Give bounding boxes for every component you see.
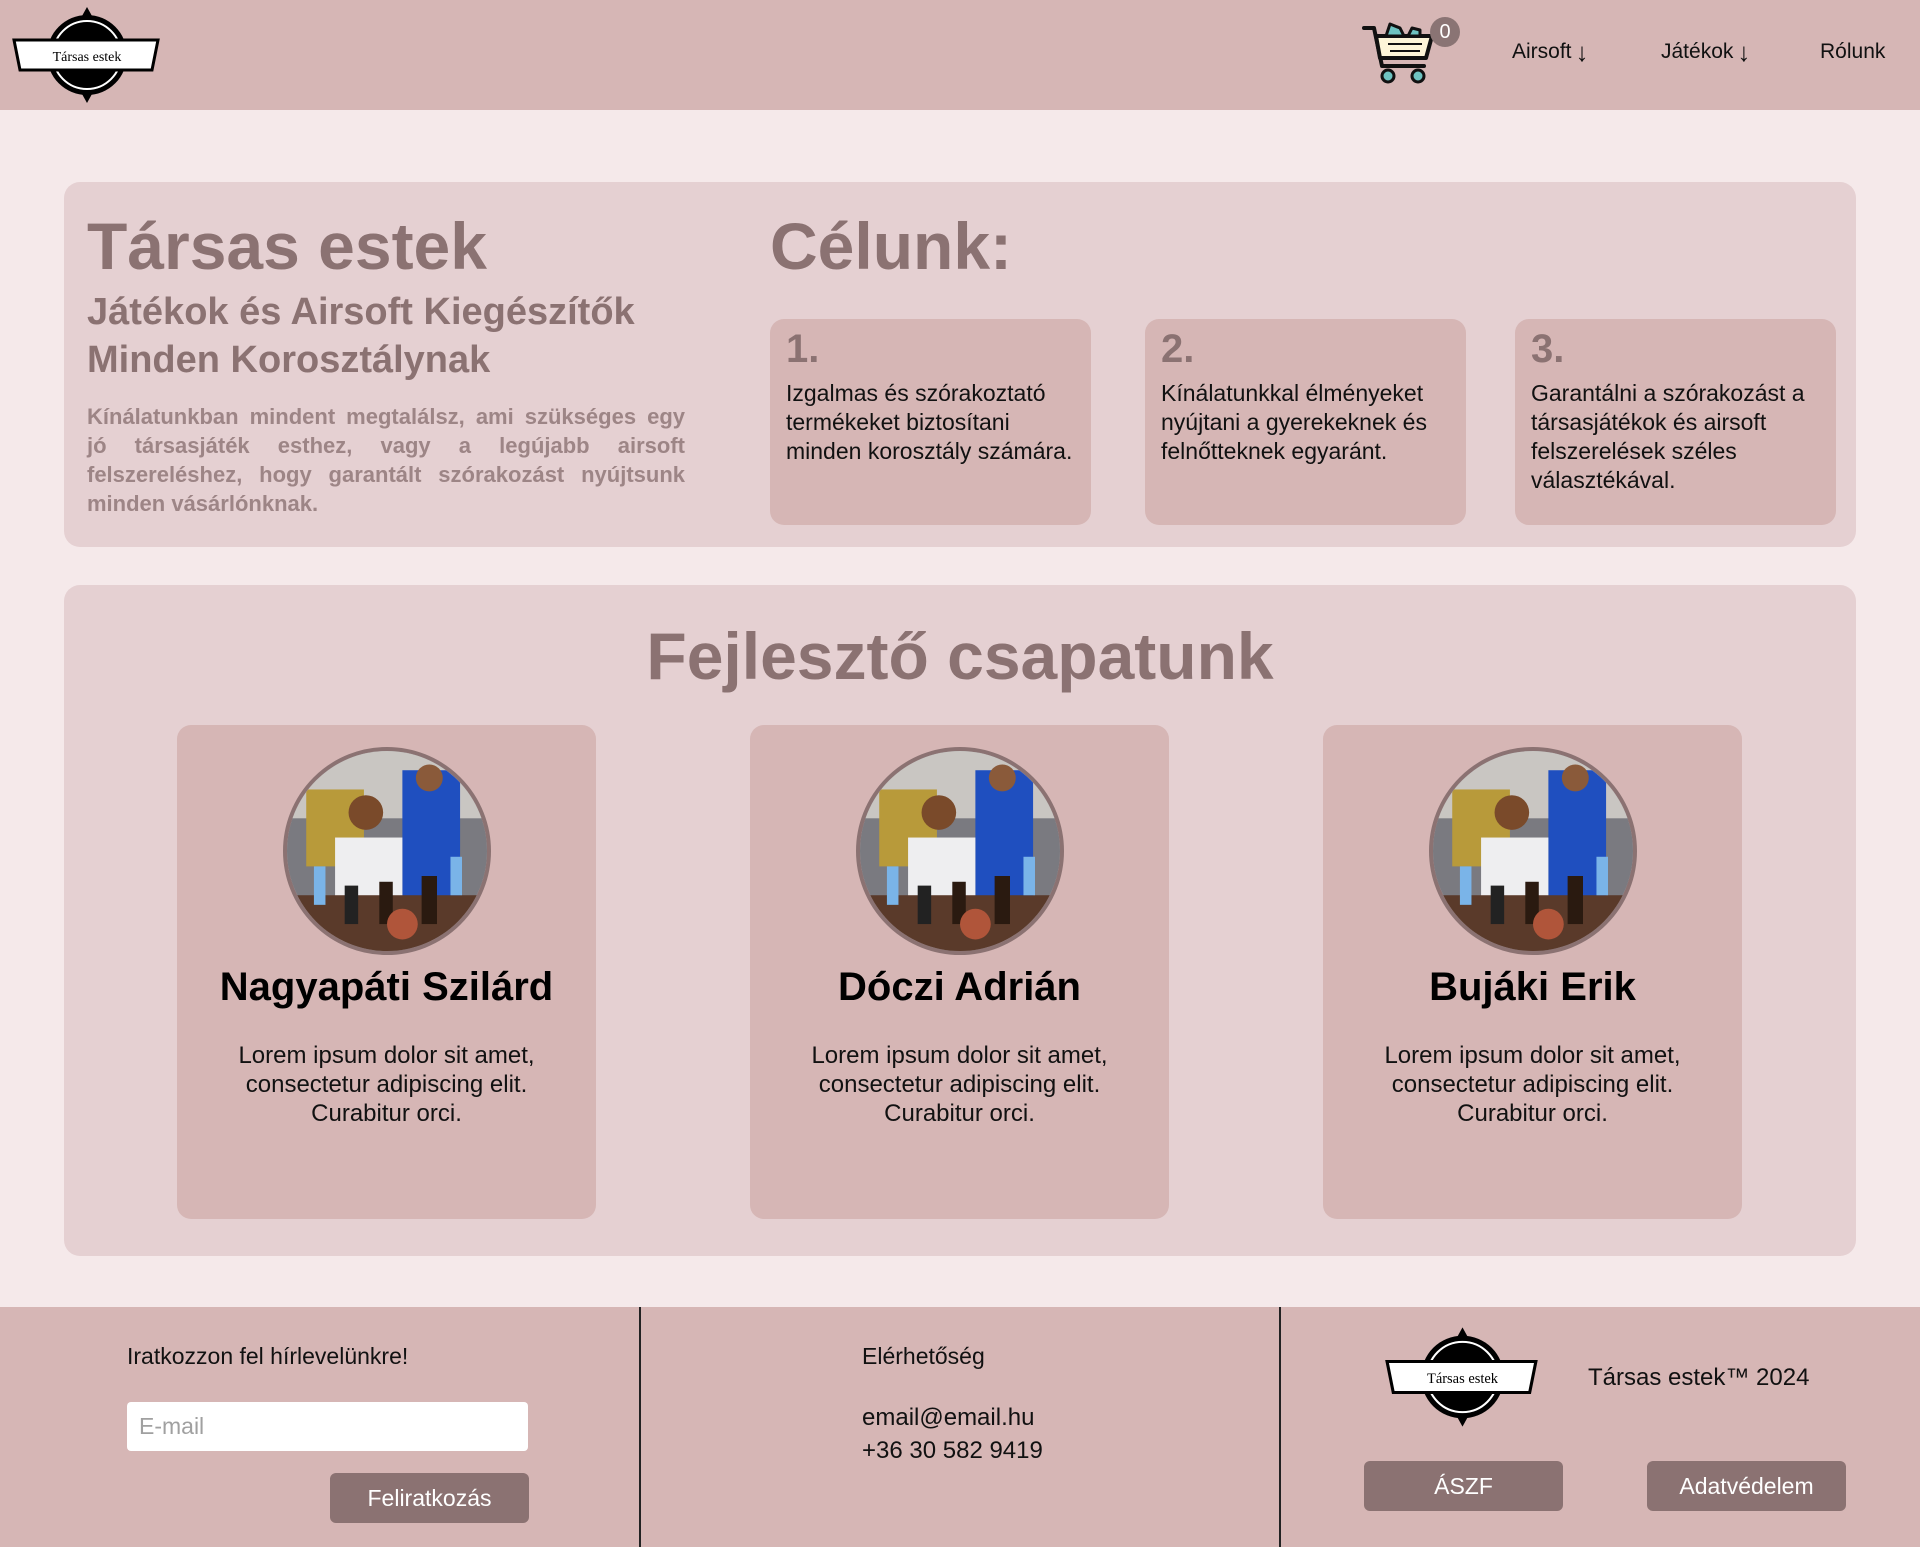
goal-text: Garantálni a szórakozást a társasjátékok… (1531, 380, 1805, 493)
member-name: Nagyapáti Szilárd (219, 965, 554, 1009)
cart-button[interactable] (1360, 18, 1440, 90)
contact-label: Elérhetőség (862, 1343, 985, 1369)
goal-card: 2. Kínálatunkkal élményeket nyújtani a g… (1145, 319, 1466, 525)
avatar (856, 747, 1064, 955)
contact-phone[interactable]: +36 30 582 9419 (862, 1437, 1043, 1465)
aszf-button[interactable]: ÁSZF (1364, 1461, 1563, 1511)
footer-logo: Társas estek (1385, 1322, 1540, 1432)
nav-jatekok-label: Játékok (1661, 40, 1734, 63)
logo-text: Társas estek (53, 50, 122, 65)
nav-jatekok[interactable]: Játékok ↓ (1661, 37, 1751, 67)
member-description: Lorem ipsum dolor sit amet, consectetur … (238, 1042, 535, 1127)
site-header: Társas estek 0 Airsoft ↓ Játékok ↓ Rólun… (0, 0, 1920, 110)
goal-number: 1. (786, 327, 820, 371)
team-member-card: Nagyapáti Szilárd Lorem ipsum dolor sit … (177, 725, 596, 1219)
goals-title: Célunk: (770, 209, 1013, 283)
hero-title: Társas estek (87, 209, 487, 283)
goal-text: Kínálatunkkal élményeket nyújtani a gyer… (1161, 380, 1427, 464)
member-description: Lorem ipsum dolor sit amet, consectetur … (1384, 1042, 1681, 1127)
avatar (1429, 747, 1637, 955)
member-name: Dóczi Adrián (838, 965, 1081, 1009)
arrow-down-icon: ↓ (1575, 37, 1589, 67)
team-member-card: Dóczi Adrián Lorem ipsum dolor sit amet,… (750, 725, 1169, 1219)
goal-number: 2. (1161, 327, 1195, 371)
copyright-text: Társas estek™ 2024 (1588, 1364, 1810, 1391)
hero-subtitle: Játékok és Airsoft Kiegészítők Minden Ko… (87, 291, 635, 381)
avatar (283, 747, 491, 955)
contact-email[interactable]: email@email.hu (862, 1404, 1034, 1432)
nav-airsoft-label: Airsoft (1512, 40, 1572, 63)
newsletter-email-input[interactable] (127, 1402, 528, 1451)
member-name: Bujáki Erik (1429, 965, 1636, 1009)
compass-logo-icon: Társas estek (1385, 1327, 1538, 1427)
goal-card: 1. Izgalmas és szórakoztató termékeket b… (770, 319, 1091, 525)
privacy-button[interactable]: Adatvédelem (1647, 1461, 1846, 1511)
footer-logo-text: Társas estek (1427, 1371, 1499, 1387)
member-description: Lorem ipsum dolor sit amet, consectetur … (811, 1042, 1108, 1127)
arrow-down-icon: ↓ (1737, 37, 1751, 67)
nav-rolunk-label: Rólunk (1820, 40, 1886, 63)
cart-count-badge: 0 (1430, 17, 1460, 47)
footer-divider (639, 1307, 641, 1547)
newsletter-label: Iratkozzon fel hírlevelünkre! (127, 1343, 409, 1369)
goal-card: 3. Garantálni a szórakozást a társasjáté… (1515, 319, 1836, 525)
member-photo (1433, 751, 1633, 951)
footer-divider (1279, 1307, 1281, 1547)
hero-description: Kínálatunkban mindent megtalálsz, ami sz… (87, 404, 685, 516)
compass-logo-icon: Társas estek (12, 7, 160, 103)
member-photo (860, 751, 1060, 951)
nav-rolunk[interactable]: Rólunk (1820, 40, 1885, 64)
goal-number: 3. (1531, 327, 1565, 371)
subscribe-button[interactable]: Feliratkozás (330, 1473, 529, 1523)
goal-text: Izgalmas és szórakoztató termékeket bizt… (786, 380, 1073, 464)
member-photo (287, 751, 487, 951)
nav-airsoft[interactable]: Airsoft ↓ (1512, 37, 1589, 67)
team-member-card: Bujáki Erik Lorem ipsum dolor sit amet, … (1323, 725, 1742, 1219)
shopping-cart-icon (1362, 22, 1434, 84)
team-title: Fejlesztő csapatunk (646, 619, 1274, 693)
site-logo[interactable]: Társas estek (12, 2, 162, 108)
